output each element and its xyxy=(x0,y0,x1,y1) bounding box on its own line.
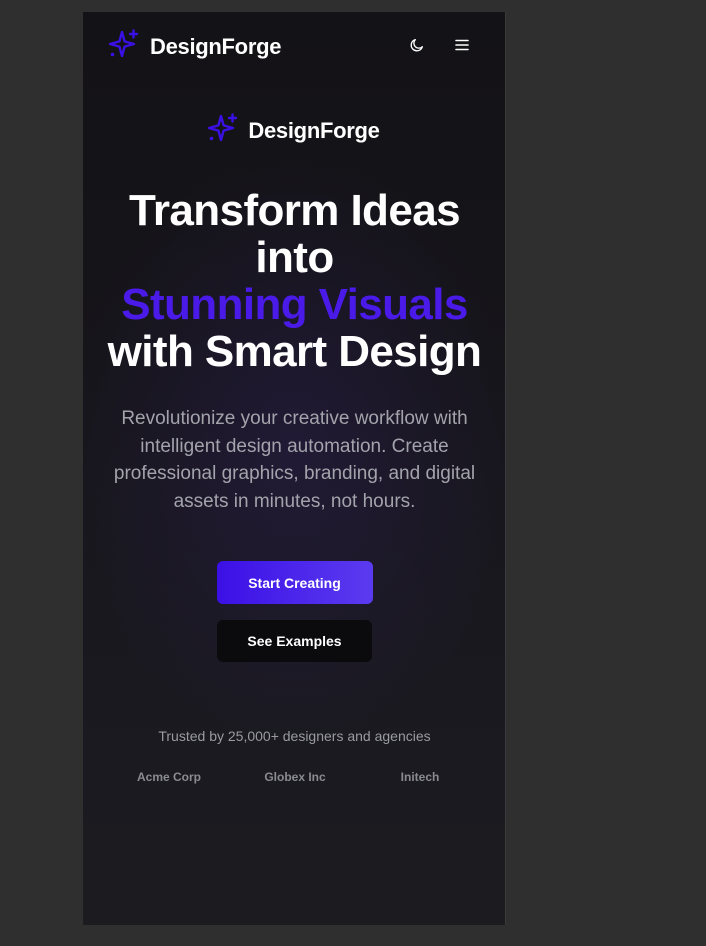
hero-brand: DesignForge xyxy=(207,112,380,149)
navbar: DesignForge xyxy=(83,12,505,76)
client-logos: Acme Corp Globex Inc Initech xyxy=(83,770,505,788)
trusted-by-text: Trusted by 25,000+ designers and agencie… xyxy=(158,728,431,744)
sparkles-icon xyxy=(108,28,140,65)
nav-brand-link[interactable]: DesignForge xyxy=(108,28,281,65)
client-logo: Globex Inc xyxy=(264,770,326,784)
mobile-viewport: DesignForge DesignForge Transform Ideas … xyxy=(83,12,506,925)
client-logo: Initech xyxy=(400,770,440,784)
moon-icon xyxy=(409,37,425,58)
headline-line-1: Transform Ideas into xyxy=(129,186,461,282)
sparkles-icon xyxy=(207,112,239,149)
see-examples-button[interactable]: See Examples xyxy=(217,620,372,662)
theme-toggle-button[interactable] xyxy=(406,36,428,58)
nav-brand-name: DesignForge xyxy=(150,33,282,59)
hamburger-menu-icon xyxy=(455,38,469,56)
headline-accent: Stunning Visuals xyxy=(121,280,468,329)
hero-subtext: Revolutionize your creative workflow wit… xyxy=(113,408,476,512)
headline-line-2: with Smart Design xyxy=(107,327,482,376)
hero-headline: Transform Ideas into Stunning Visuals wi… xyxy=(95,187,495,375)
client-logo: Acme Corp xyxy=(136,770,202,784)
hero-brand-name: DesignForge xyxy=(248,117,380,143)
hero-section: DesignForge Transform Ideas into Stunnin… xyxy=(83,112,505,788)
menu-button[interactable] xyxy=(451,36,473,58)
start-creating-button[interactable]: Start Creating xyxy=(216,561,373,604)
